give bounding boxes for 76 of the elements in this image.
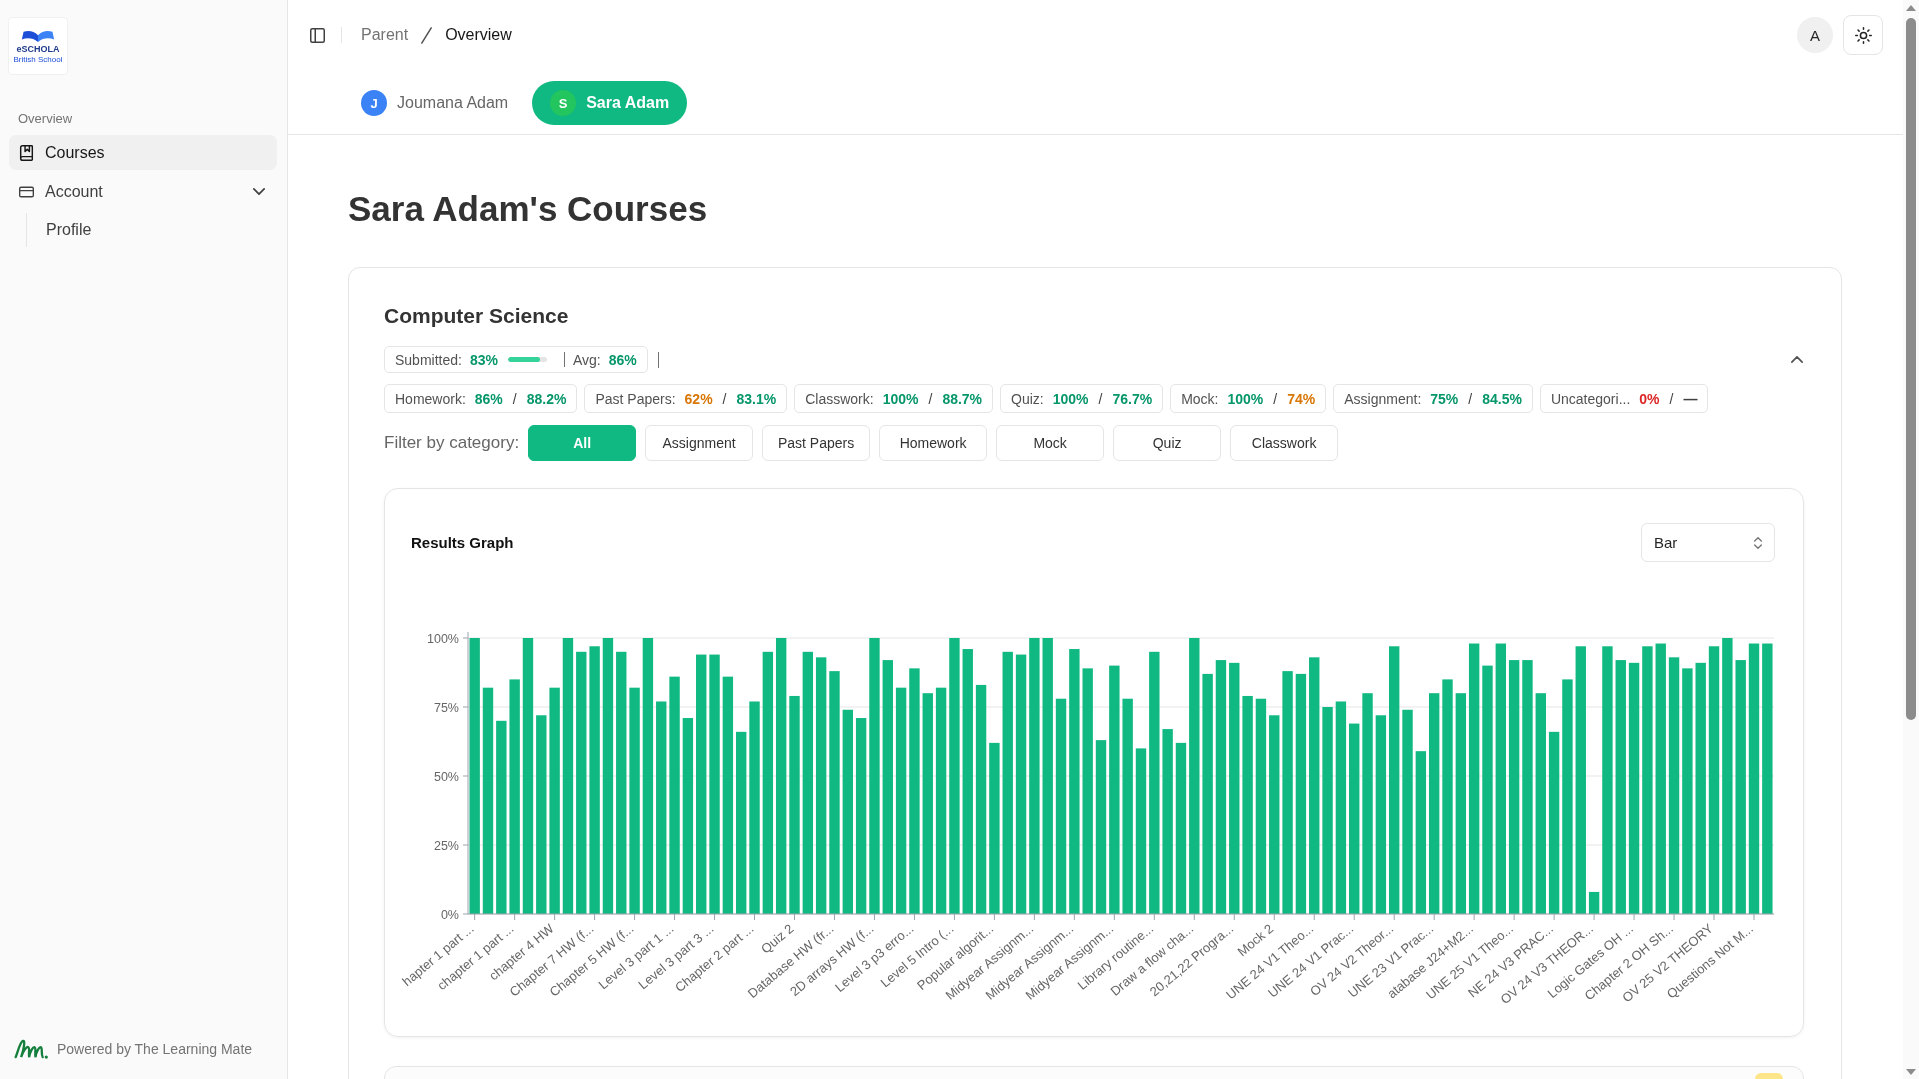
stat-separator: / — [1273, 390, 1278, 407]
axis-label: 100% — [427, 631, 459, 646]
stat-label: Past Papers: — [595, 390, 676, 407]
powered-by-text: Powered by The Learning Mate — [57, 1041, 253, 1057]
stat-score: 100% — [1052, 390, 1089, 407]
stat-separator: / — [722, 390, 727, 407]
chart-type-select[interactable]: Bar — [1641, 523, 1775, 562]
stat-score: 62% — [684, 390, 713, 407]
chevron-icon — [1791, 356, 1803, 363]
student-avatar: S — [550, 90, 577, 116]
stat-score: 86% — [474, 390, 503, 407]
stat-label: Quiz: — [1011, 390, 1044, 407]
stat-separator: / — [1468, 390, 1473, 407]
stat-label: Classwork: — [805, 390, 874, 407]
student-avatar: J — [361, 90, 387, 116]
book-icon — [19, 144, 34, 161]
stat-label: Assignment: — [1344, 390, 1422, 407]
bar — [1588, 891, 1600, 914]
slash-icon — [420, 26, 434, 44]
stat-score: 100% — [882, 390, 919, 407]
chevrons-up-down-icon — [1754, 536, 1762, 549]
axis-label: 0% — [440, 907, 459, 922]
stat-score: 0% — [1639, 390, 1660, 407]
status-badge — [1755, 1073, 1783, 1079]
section-label: Overview — [17, 111, 74, 127]
filter-label: Filter by category: — [384, 433, 520, 453]
stat-score: 100% — [1227, 390, 1264, 407]
stat-label: Uncategori... — [1550, 390, 1631, 407]
sidebar-subitem[interactable]: Profile — [37, 213, 277, 247]
filter-button[interactable]: Homework — [879, 425, 988, 461]
stat-average: — — [1683, 390, 1698, 407]
axis-label: 50% — [433, 769, 459, 784]
squiggle-logo-icon — [13, 1038, 49, 1060]
stat-average: 83.1% — [736, 390, 777, 407]
stat-separator: / — [512, 390, 517, 407]
stat-average: 88.2% — [526, 390, 567, 407]
filter-button[interactable]: Past Papers — [762, 425, 871, 461]
panel-left-icon — [309, 27, 325, 43]
summary-value: 86% — [608, 351, 637, 368]
stat-separator: / — [1098, 390, 1103, 407]
sun-icon — [1854, 26, 1872, 44]
filter-button[interactable]: Assignment — [645, 425, 754, 461]
stat-average: 88.7% — [942, 390, 983, 407]
stat-average: 84.5% — [1482, 390, 1522, 407]
sidebar-item[interactable]: Courses — [9, 135, 277, 170]
filter-button[interactable]: Quiz — [1113, 425, 1222, 461]
scrollbar-thumb[interactable] — [1906, 18, 1916, 720]
stat-label: Mock: — [1181, 390, 1219, 407]
filter-button[interactable]: Mock — [996, 425, 1105, 461]
stat-separator: / — [928, 390, 933, 407]
stat-average: 76.7% — [1112, 390, 1153, 407]
chart-title: Results Graph — [411, 534, 514, 551]
page-title: Sara Adam's Courses — [348, 188, 709, 230]
axis-label: 25% — [433, 838, 459, 853]
stat-separator: / — [1669, 390, 1674, 407]
stat-label: Homework: — [395, 390, 466, 407]
sidebar-item[interactable]: Account — [9, 174, 277, 209]
breadcrumb-current: Overview — [445, 26, 512, 44]
logo-tagline: British School — [13, 54, 63, 64]
summary-label: Submitted: — [395, 351, 462, 368]
stat-score: 75% — [1430, 390, 1459, 407]
scrollbar[interactable] — [1903, 0, 1919, 1079]
student-tab[interactable]: J Joumana Adam — [343, 81, 527, 125]
summary-label: Avg: — [572, 351, 601, 368]
course-title: Computer Science — [384, 303, 570, 329]
user-avatar-button[interactable]: A — [1797, 17, 1833, 53]
stat-average: 74% — [1287, 390, 1316, 407]
summary-value: 83% — [469, 351, 498, 368]
logo-name: eSCHOLA — [16, 43, 60, 54]
arrow-up-icon — [1906, 5, 1916, 11]
filter-button[interactable]: Classwork — [1230, 425, 1339, 461]
breadcrumb-link[interactable]: Parent — [361, 26, 409, 44]
theme-toggle-button[interactable] — [1843, 15, 1883, 55]
axis-label: 75% — [433, 700, 459, 715]
arrow-down-icon — [1906, 1069, 1916, 1075]
open-book-logo-icon — [21, 28, 55, 43]
